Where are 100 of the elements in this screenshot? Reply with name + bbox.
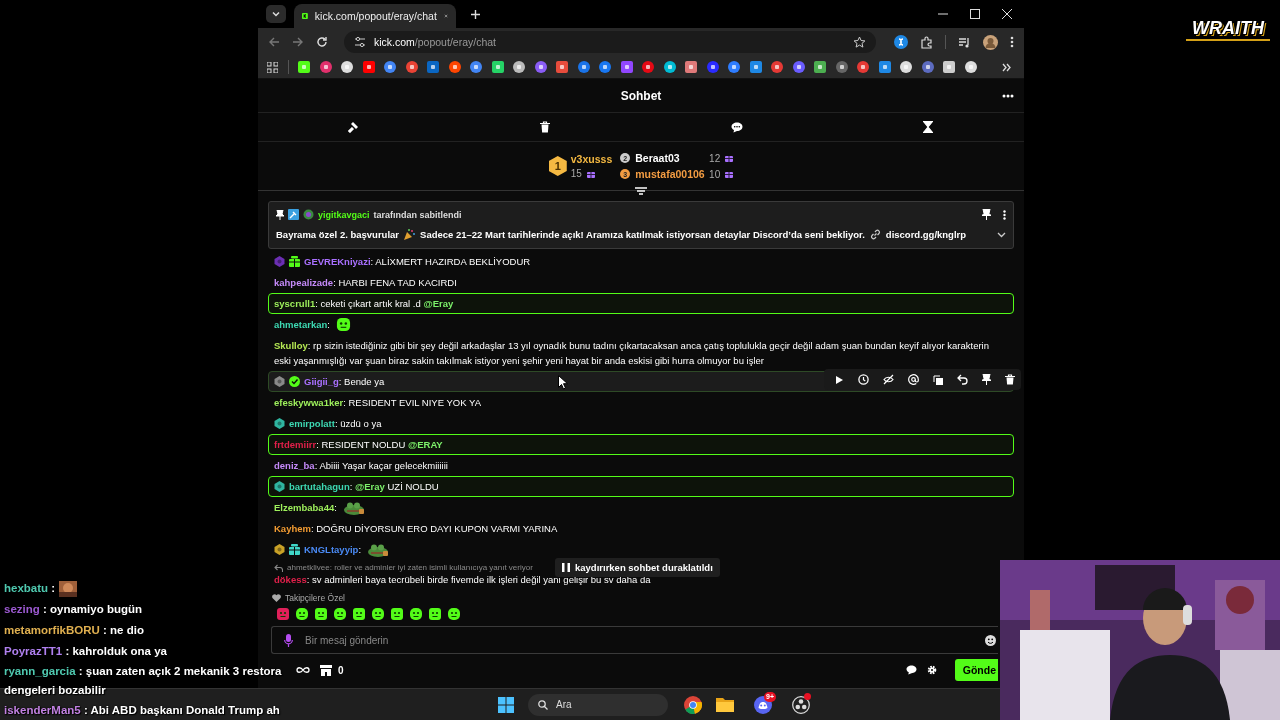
mention-icon[interactable] xyxy=(908,374,919,385)
close-icon[interactable] xyxy=(1002,9,1012,19)
reply-icon[interactable] xyxy=(957,374,968,385)
taskbar-search-bar[interactable]: Ara xyxy=(528,693,668,716)
bookmark-icon[interactable] xyxy=(534,61,547,73)
emote-icon[interactable] xyxy=(447,607,461,621)
browser-tab[interactable]: kick.com/popout/eray/chat xyxy=(294,4,456,28)
forward-icon[interactable] xyxy=(292,36,304,48)
menu-icon[interactable] xyxy=(1010,36,1014,48)
hourglass-icon[interactable] xyxy=(923,121,934,133)
bookmark-icon[interactable] xyxy=(599,61,611,73)
bookmark-icon[interactable] xyxy=(448,61,461,73)
emote-icon[interactable] xyxy=(295,607,309,621)
bookmark-icon[interactable] xyxy=(577,61,590,73)
reply-preview[interactable]: ahmetklivee: roller ve adminler iyi zaten isimli kullanıcıya yanıt veriyor xyxy=(287,563,533,572)
address-bar[interactable]: kick.com/popout/eray/chat xyxy=(344,31,876,53)
tab-list-button[interactable] xyxy=(266,5,286,23)
gifter-name[interactable]: mustafa00106 xyxy=(635,168,704,180)
bookmark-icon[interactable] xyxy=(341,61,353,73)
pinned-message-text: Sadece 21–22 Mart tarihlerinde açık! Aramıza katılmak istiyorsan detaylar Discord’da seni bekliyor. xyxy=(420,229,865,240)
copy-icon[interactable] xyxy=(933,374,943,385)
reply-icon xyxy=(274,563,283,572)
bookmark-icon[interactable] xyxy=(921,61,934,73)
chrome-icon[interactable] xyxy=(684,695,702,714)
bookmark-icon[interactable] xyxy=(470,61,482,73)
reload-icon[interactable] xyxy=(316,36,328,48)
emote-icon[interactable] xyxy=(352,607,366,621)
tune-icon xyxy=(354,36,366,48)
star-icon[interactable] xyxy=(853,35,866,49)
gifter-name[interactable]: v3xusss xyxy=(570,153,613,165)
chat-message-text: frtdemiirr: RESIDENT NOLDU @ERAY xyxy=(274,438,443,452)
trash-icon[interactable] xyxy=(540,121,551,133)
chevron-down-icon[interactable] xyxy=(997,231,1006,238)
send-button[interactable]: Gönde xyxy=(954,659,998,681)
bookmark-icon[interactable] xyxy=(319,61,332,73)
obs-icon[interactable] xyxy=(792,695,810,714)
maximize-icon[interactable] xyxy=(970,9,980,19)
emoji-icon[interactable] xyxy=(985,634,996,646)
discord-link[interactable]: discord.gg/knglrp xyxy=(885,229,967,240)
apps-icon[interactable] xyxy=(267,61,278,73)
back-icon[interactable] xyxy=(268,36,280,48)
pin-icon[interactable] xyxy=(982,209,991,220)
microphone-icon[interactable] xyxy=(284,633,293,647)
bookmark-icon[interactable] xyxy=(405,61,418,73)
gifter-name[interactable]: Beraat03 xyxy=(635,152,704,164)
pin-icon[interactable] xyxy=(982,374,991,385)
emote-icon[interactable] xyxy=(409,607,423,621)
bookmark-icon[interactable] xyxy=(728,61,740,73)
windows-start-icon[interactable] xyxy=(498,696,514,713)
bookmark-icon[interactable] xyxy=(362,61,375,73)
chevrons-icon[interactable] xyxy=(1002,62,1012,72)
bookmark-icon[interactable] xyxy=(620,61,633,73)
search-field[interactable]: Ara xyxy=(554,698,658,711)
emote-icon[interactable] xyxy=(314,607,328,621)
emote-icon[interactable] xyxy=(371,607,385,621)
hammer-icon[interactable] xyxy=(347,121,360,133)
bookmark-icon[interactable] xyxy=(706,61,719,73)
more-icon[interactable] xyxy=(1002,94,1014,98)
clock-icon[interactable] xyxy=(858,374,869,385)
collapse-icon[interactable] xyxy=(635,187,647,196)
emote-icon[interactable] xyxy=(333,607,347,621)
bookmark-icon[interactable] xyxy=(771,61,783,73)
bookmark-icon[interactable] xyxy=(685,61,697,73)
hide-icon[interactable] xyxy=(883,374,894,385)
bookmark-icon[interactable] xyxy=(427,61,439,73)
bookmark-icon[interactable] xyxy=(513,61,525,73)
more-icon[interactable] xyxy=(1003,209,1006,220)
chat-bubble-icon[interactable] xyxy=(730,121,743,133)
bookmark-icon[interactable] xyxy=(900,61,912,73)
extension-icon[interactable] xyxy=(894,35,908,49)
message-composer[interactable]: Bir mesaj gönderin xyxy=(271,626,998,654)
bookmark-icon[interactable] xyxy=(384,61,396,73)
bookmark-icon[interactable] xyxy=(556,61,568,73)
play-icon[interactable] xyxy=(834,374,844,385)
message-input-field[interactable]: Bir mesaj gönderin xyxy=(303,633,975,647)
profile-avatar-icon[interactable] xyxy=(983,34,998,50)
pinned-by-name[interactable]: yigitkavgaci xyxy=(318,209,370,220)
bookmark-icon[interactable] xyxy=(749,61,762,73)
media-icon[interactable] xyxy=(958,35,971,49)
chat-title: Sohbet xyxy=(620,88,662,103)
bookmark-icon[interactable] xyxy=(878,61,891,73)
puzzle-icon[interactable] xyxy=(920,35,933,49)
bookmark-icon[interactable] xyxy=(642,61,654,73)
new-tab-icon[interactable] xyxy=(470,8,481,20)
trash-icon[interactable] xyxy=(1005,374,1015,385)
emote-icon[interactable] xyxy=(428,607,442,621)
bookmark-icon[interactable] xyxy=(857,61,869,73)
bookmark-icon[interactable] xyxy=(663,61,676,73)
chat-paused-banner[interactable]: kaydırırken sohbet duraklatıldı xyxy=(555,558,720,577)
bookmark-icon[interactable] xyxy=(491,61,504,73)
emote-icon[interactable] xyxy=(390,607,404,621)
folder-icon[interactable] xyxy=(716,697,734,712)
bookmark-icon[interactable] xyxy=(814,61,826,73)
chat-bubble-icon[interactable] xyxy=(905,665,917,675)
settings-icon[interactable] xyxy=(926,665,937,675)
bookmark-icon[interactable] xyxy=(835,61,848,73)
discord-icon[interactable] xyxy=(754,695,772,714)
store-icon[interactable] xyxy=(320,664,332,676)
bookmark-icon[interactable] xyxy=(964,61,977,73)
bookmark-icon[interactable] xyxy=(792,61,805,73)
